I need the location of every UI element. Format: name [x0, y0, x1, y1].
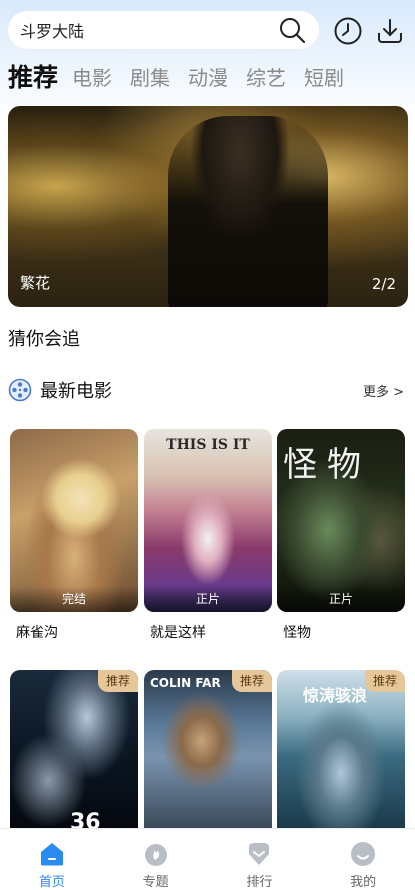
- movie-title: 麻雀沟: [16, 625, 58, 641]
- nav-ranking[interactable]: 排行: [208, 829, 312, 890]
- film-reel-icon: [8, 378, 32, 402]
- guess-you-like-heading: 猜你会追: [8, 329, 80, 350]
- status-badge: 正片: [277, 586, 405, 612]
- movie-title: 怪物: [283, 625, 311, 641]
- movie-card[interactable]: 怪物 正片 怪物: [277, 429, 405, 642]
- bottom-navigation: 首页 专题 排行 我的: [0, 828, 415, 890]
- poster-text: THIS IS IT: [166, 437, 250, 453]
- poster-text: 怪物: [283, 445, 371, 485]
- nav-profile[interactable]: 我的: [311, 829, 415, 890]
- home-icon: [40, 843, 63, 866]
- nav-label: 专题: [142, 875, 169, 890]
- search-icon[interactable]: [277, 15, 307, 45]
- recommend-tag: 推荐: [97, 670, 138, 692]
- nav-home[interactable]: 首页: [0, 829, 104, 890]
- search-input[interactable]: 斗罗大陆: [20, 18, 84, 42]
- movie-card[interactable]: 36 推荐: [10, 670, 138, 828]
- status-badge: 正片: [144, 586, 272, 612]
- tab-variety[interactable]: 综艺: [246, 62, 286, 94]
- movie-poster: COLIN FAR 推荐: [144, 670, 272, 828]
- search-bar[interactable]: 斗罗大陆: [8, 11, 319, 49]
- nav-label: 排行: [246, 875, 273, 890]
- more-link[interactable]: 更多 >: [363, 381, 404, 400]
- category-tabs: 推荐 电影 剧集 动漫 综艺 短剧: [8, 58, 362, 94]
- poster-text: COLIN FAR: [150, 676, 221, 690]
- tab-short-drama[interactable]: 短剧: [304, 62, 344, 94]
- tab-anime[interactable]: 动漫: [188, 62, 228, 94]
- poster-text: 惊涛骇浪: [303, 686, 368, 705]
- nav-label: 我的: [350, 875, 377, 890]
- movie-poster: THIS IS IT 正片: [144, 429, 272, 612]
- tab-movies[interactable]: 电影: [72, 62, 112, 94]
- recommend-tag: 推荐: [231, 670, 272, 692]
- nav-topics[interactable]: 专题: [104, 829, 208, 890]
- section-title: 最新电影: [40, 381, 112, 402]
- download-icon[interactable]: [375, 16, 405, 46]
- latest-movies-header: 最新电影 更多 >: [8, 376, 408, 404]
- featured-banner[interactable]: 繁花 2/2: [8, 106, 408, 307]
- movie-poster: 怪物 正片: [277, 429, 405, 612]
- status-badge: 完结: [10, 586, 138, 612]
- history-icon[interactable]: [333, 16, 363, 46]
- ranking-icon: [249, 843, 270, 865]
- movie-card[interactable]: COLIN FAR 推荐: [144, 670, 272, 828]
- poster-text: 36: [70, 810, 101, 828]
- tab-recommend[interactable]: 推荐: [8, 62, 58, 94]
- nav-label: 首页: [38, 875, 65, 890]
- banner-counter: 2/2: [371, 275, 396, 293]
- tab-series[interactable]: 剧集: [130, 62, 170, 94]
- profile-icon: [351, 842, 376, 866]
- movie-card[interactable]: 完结 麻雀沟: [10, 429, 138, 642]
- movie-card[interactable]: THIS IS IT 正片 就是这样: [144, 429, 272, 642]
- banner-title: 繁花: [20, 274, 51, 292]
- movie-title: 就是这样: [150, 625, 206, 641]
- movie-poster: 惊涛骇浪 推荐: [277, 670, 405, 828]
- movie-poster: 完结: [10, 429, 138, 612]
- movie-card[interactable]: 惊涛骇浪 推荐: [277, 670, 405, 828]
- recommend-tag: 推荐: [364, 670, 405, 692]
- movie-poster: 36 推荐: [10, 670, 138, 828]
- banner-image: [168, 116, 328, 307]
- topic-icon: [144, 844, 167, 866]
